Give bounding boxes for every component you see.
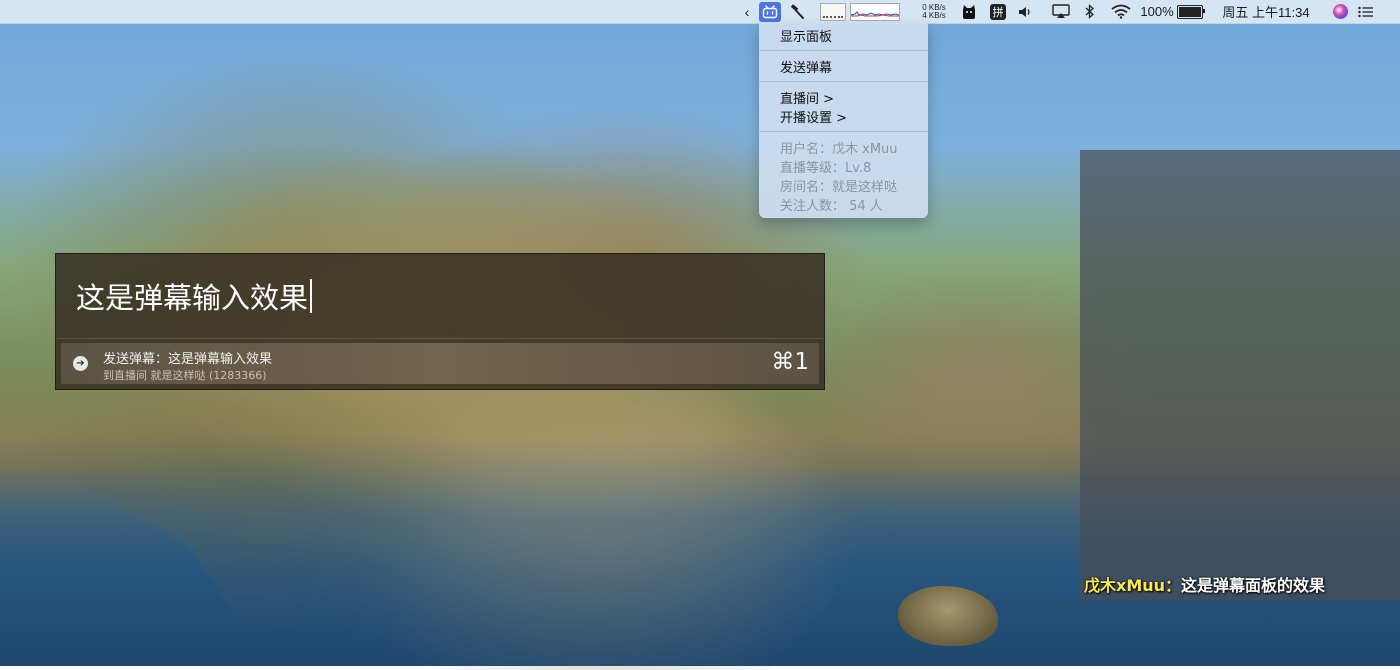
arrow-right-circle-icon: ➔ — [73, 356, 88, 371]
danmaku-message: 戊木xMuu：这是弹幕面板的效果 — [1084, 572, 1325, 596]
notification-center-icon[interactable] — [1356, 0, 1376, 23]
bilibili-icon[interactable] — [758, 0, 782, 23]
menu-bar: ‹ 0 KB/s 4 KB/s 拼 100% 周五 上午11:34 — [0, 0, 1400, 24]
wifi-icon[interactable] — [1110, 0, 1132, 23]
chevron-left-icon[interactable]: ‹ — [738, 0, 756, 23]
danmaku-input-field[interactable]: 这是弹幕输入效果 — [76, 274, 313, 318]
menu-item-send-danmaku[interactable]: 发送弹幕 — [780, 57, 832, 76]
cpu-graph-icon[interactable] — [820, 0, 846, 23]
info-live-level: 直播等级：Lv.8 — [780, 161, 872, 176]
network-graph-icon[interactable] — [850, 0, 900, 23]
send-danmaku-result[interactable]: ➔ 发送弹幕：这是弹幕输入效果 到直播间 就是这样哒 (1283366) ⌘1 — [61, 343, 819, 384]
result-shortcut: ⌘1 — [771, 349, 809, 375]
info-room-name: 房间名：就是这样哒 — [780, 180, 898, 195]
ime-label: 拼 — [990, 3, 1006, 20]
menu-separator — [759, 131, 928, 132]
danmaku-text: 这是弹幕面板的效果 — [1181, 576, 1326, 595]
battery-icon[interactable] — [1175, 0, 1205, 23]
panel-divider — [56, 338, 824, 339]
ime-icon[interactable]: 拼 — [988, 0, 1008, 23]
menu-item-show-panel[interactable]: 显示面板 — [780, 26, 832, 45]
menu-separator — [759, 81, 928, 82]
text-caret — [310, 279, 313, 313]
danmaku-input-value: 这是弹幕输入效果 — [76, 281, 309, 315]
menu-clock[interactable]: 周五 上午11:34 — [1214, 0, 1318, 23]
hammer-icon[interactable] — [786, 0, 808, 23]
network-speed[interactable]: 0 KB/s 4 KB/s — [916, 0, 952, 23]
info-username: 用户名：戊木 xMuu — [780, 142, 898, 157]
danmaku-username: 戊木xMuu — [1084, 576, 1166, 595]
battery-percent[interactable]: 100% — [1140, 0, 1174, 23]
result-subtitle: 到直播间 就是这样哒 (1283366) — [103, 369, 267, 382]
danmaku-input-panel: 这是弹幕输入效果 ➔ 发送弹幕：这是弹幕输入效果 到直播间 就是这样哒 (128… — [55, 253, 825, 390]
airplay-icon[interactable] — [1050, 0, 1072, 23]
cat-icon[interactable] — [959, 0, 979, 23]
danmaku-display-panel[interactable]: 戊木xMuu：这是弹幕面板的效果 — [1080, 150, 1400, 600]
menu-item-live-room[interactable]: 直播间 > — [780, 88, 834, 107]
siri-icon[interactable] — [1330, 0, 1350, 23]
menu-item-stream-settings[interactable]: 开播设置 > — [780, 107, 847, 126]
danmaku-separator: ： — [1165, 576, 1182, 595]
menu-separator — [759, 50, 928, 51]
result-title: 发送弹幕：这是弹幕输入效果 — [103, 352, 273, 367]
net-download-text: 4 KB/s — [922, 10, 946, 20]
bluetooth-icon[interactable] — [1082, 0, 1098, 23]
bilibili-menu: 显示面板 发送弹幕 直播间 > 开播设置 > 用户名：戊木 xMuu 直播等级：… — [759, 23, 928, 218]
volume-icon[interactable] — [1016, 0, 1036, 23]
info-followers: 关注人数： 54 人 — [780, 199, 883, 214]
